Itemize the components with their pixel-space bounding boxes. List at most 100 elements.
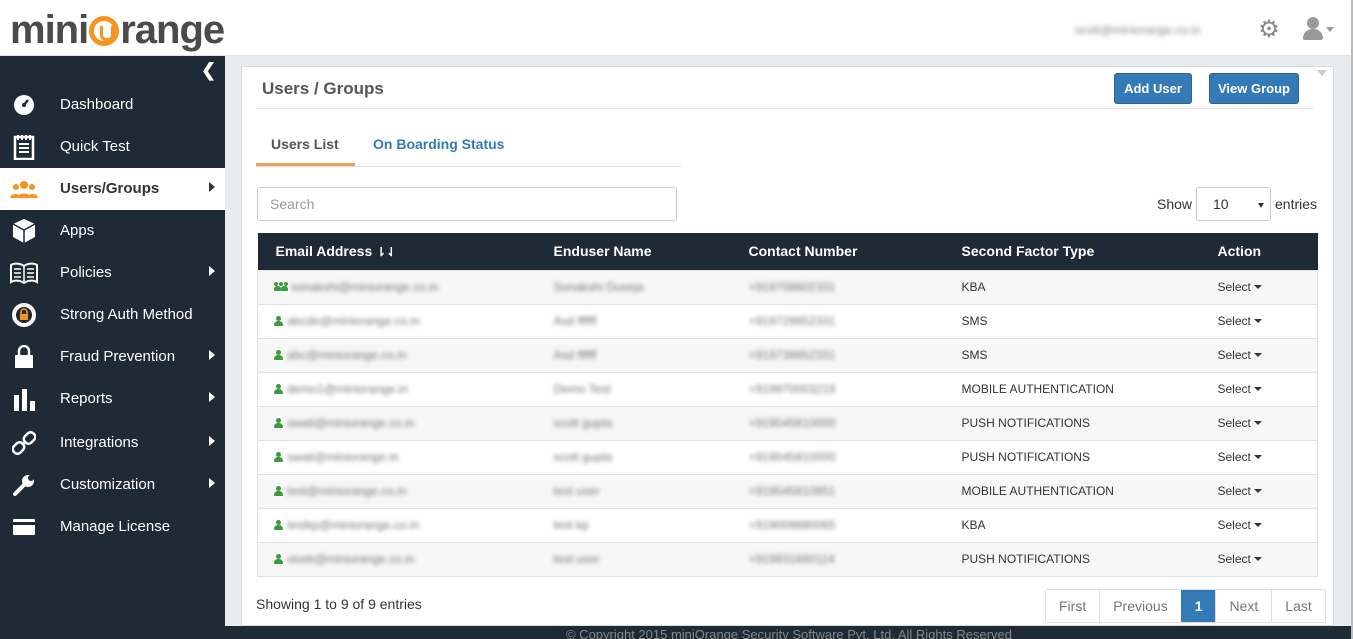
- sidebar-item-label: Apps: [60, 222, 95, 239]
- action-select-dropdown[interactable]: Select: [1218, 314, 1262, 328]
- page-last[interactable]: Last: [1271, 590, 1325, 622]
- caret-down-icon: [1253, 285, 1262, 289]
- action-select-dropdown[interactable]: Select: [1218, 280, 1262, 294]
- cell-email[interactable]: swati@miniorange.co.in: [257, 405, 536, 440]
- entries-select[interactable]: 10: [1196, 187, 1271, 221]
- sidebar-item-manage-license[interactable]: Manage License: [0, 506, 225, 548]
- action-select-dropdown[interactable]: Select: [1218, 518, 1262, 532]
- contact-text: +919738852331: [748, 348, 836, 362]
- sidebar-item-dashboard[interactable]: Dashboard: [0, 84, 225, 126]
- cell-contact: +919545810000: [730, 439, 944, 474]
- email-text: swati@miniorange.in: [287, 450, 399, 464]
- caret-down-icon: [1253, 455, 1262, 459]
- cell-email[interactable]: swati@miniorange.in: [257, 439, 536, 474]
- sidebar-item-quick-test[interactable]: Quick Test: [0, 126, 225, 168]
- tab-on-boarding-status[interactable]: On Boarding Status: [373, 130, 504, 166]
- users-table: Email Address ⇂⇃ Enduser Name Contact Nu…: [257, 233, 1318, 577]
- panel-collapse-icon[interactable]: [1317, 70, 1327, 76]
- sidebar-item-apps[interactable]: Apps: [0, 210, 225, 252]
- padlock-icon: [10, 344, 38, 370]
- sidebar-item-reports[interactable]: Reports: [0, 378, 225, 420]
- view-group-button[interactable]: View Group: [1209, 73, 1299, 104]
- cell-email[interactable]: demo1@miniorange.in: [257, 371, 536, 406]
- action-select-dropdown[interactable]: Select: [1218, 348, 1262, 362]
- user-avatar-body: [1303, 29, 1323, 40]
- action-select-label: Select: [1217, 450, 1251, 464]
- action-select-dropdown[interactable]: Select: [1218, 416, 1262, 430]
- page-next[interactable]: Next: [1215, 590, 1272, 622]
- add-user-button[interactable]: Add User: [1114, 73, 1192, 104]
- logo-text-range: range: [120, 8, 225, 52]
- sidebar-item-label: Users/Groups: [60, 180, 160, 197]
- cell-second-factor: PUSH NOTIFICATIONS: [943, 541, 1200, 577]
- user-avatar-icon: [1307, 17, 1319, 29]
- email-text: demo1@miniorange.in: [287, 382, 408, 396]
- cell-contact: +919970003219: [730, 371, 944, 406]
- user-icon: [274, 452, 285, 462]
- user-icon: [274, 554, 285, 564]
- page-1[interactable]: 1: [1180, 590, 1216, 622]
- action-select-label: Select: [1217, 280, 1251, 294]
- table-row: swati@miniorange.in scott gupta +919545810…: [257, 439, 1318, 474]
- user-menu[interactable]: [1301, 17, 1337, 43]
- col-contact-number[interactable]: Contact Number: [730, 233, 944, 270]
- logo-text-mini: mini: [10, 8, 89, 52]
- cell-contact: +919708802331: [730, 269, 944, 304]
- search-input[interactable]: [257, 187, 677, 221]
- cell-email[interactable]: abc@miniorange.co.in: [257, 337, 536, 372]
- name-text: Asd ffffff: [553, 314, 597, 328]
- action-select-dropdown[interactable]: Select: [1218, 484, 1262, 498]
- cell-email[interactable]: test@miniorange.co.in: [257, 473, 536, 508]
- name-text: Asd ffffff: [553, 348, 597, 362]
- caret-down-icon: [1253, 421, 1262, 425]
- cell-email[interactable]: vivek@miniorange.co.in: [257, 541, 536, 577]
- gear-icon[interactable]: ⚙: [1257, 18, 1281, 42]
- cell-contact: +919931660114: [730, 541, 944, 577]
- action-select-dropdown[interactable]: Select: [1218, 382, 1262, 396]
- cell-email[interactable]: abcde@miniorange.co.in: [257, 303, 536, 338]
- action-select-dropdown[interactable]: Select: [1218, 552, 1262, 566]
- cell-second-factor: SMS: [943, 337, 1200, 372]
- name-text: test user: [553, 552, 600, 566]
- sidebar-item-integrations[interactable]: Integrations: [0, 422, 225, 464]
- sidebar-item-strong-auth-method[interactable]: Strong Auth Method: [0, 294, 225, 336]
- name-text: test kp: [553, 518, 589, 532]
- action-select-dropdown[interactable]: Select: [1218, 450, 1262, 464]
- action-select-label: Select: [1217, 314, 1251, 328]
- table-row: testkp@miniorange.co.in test kp +919009880…: [257, 507, 1318, 542]
- title-divider: [256, 108, 1313, 109]
- collapse-sidebar-icon[interactable]: ❮: [201, 60, 216, 81]
- col-second-factor-type[interactable]: Second Factor Type: [943, 233, 1200, 270]
- col-email-address[interactable]: Email Address ⇂⇃: [257, 233, 536, 270]
- action-select-label: Select: [1217, 518, 1251, 532]
- sidebar-item-policies[interactable]: Policies: [0, 252, 225, 294]
- caret-down-icon: [1253, 353, 1262, 357]
- sidebar-item-users-groups[interactable]: Users/Groups: [0, 168, 225, 210]
- cell-email[interactable]: sonakshi@miniorange.co.in: [257, 269, 536, 304]
- page-first[interactable]: First: [1046, 590, 1100, 622]
- cell-action: Select: [1199, 337, 1318, 372]
- col-enduser-name[interactable]: Enduser Name: [535, 233, 731, 270]
- cell-action: Select: [1199, 507, 1318, 542]
- miniorange-logo[interactable]: mini range: [10, 8, 225, 52]
- table-header-row: Email Address ⇂⇃ Enduser Name Contact Nu…: [257, 233, 1318, 270]
- sidebar-item-label: Quick Test: [60, 138, 130, 155]
- contact-text: +919545810851: [748, 484, 836, 498]
- action-select-label: Select: [1217, 484, 1251, 498]
- sidebar-item-label: Manage License: [60, 518, 171, 535]
- email-text: swati@miniorange.co.in: [287, 416, 415, 430]
- sidebar-item-customization[interactable]: Customization: [0, 464, 225, 506]
- cell-contact: +919729852331: [730, 303, 944, 338]
- page-previous[interactable]: Previous: [1099, 590, 1181, 622]
- select-caret-icon: [1258, 203, 1264, 208]
- bar-chart-icon: [10, 386, 38, 412]
- cell-email[interactable]: testkp@miniorange.co.in: [257, 507, 536, 542]
- sidebar-item-label: Customization: [60, 476, 156, 493]
- tab-users-list[interactable]: Users List: [256, 130, 355, 166]
- cell-name: Sonakshi Duseja: [535, 269, 731, 304]
- user-icon: [274, 418, 285, 428]
- user-icon: [274, 350, 285, 360]
- sidebar-item-fraud-prevention[interactable]: Fraud Prevention: [0, 336, 225, 378]
- caret-down-icon: [1253, 387, 1262, 391]
- cell-action: Select: [1199, 405, 1318, 440]
